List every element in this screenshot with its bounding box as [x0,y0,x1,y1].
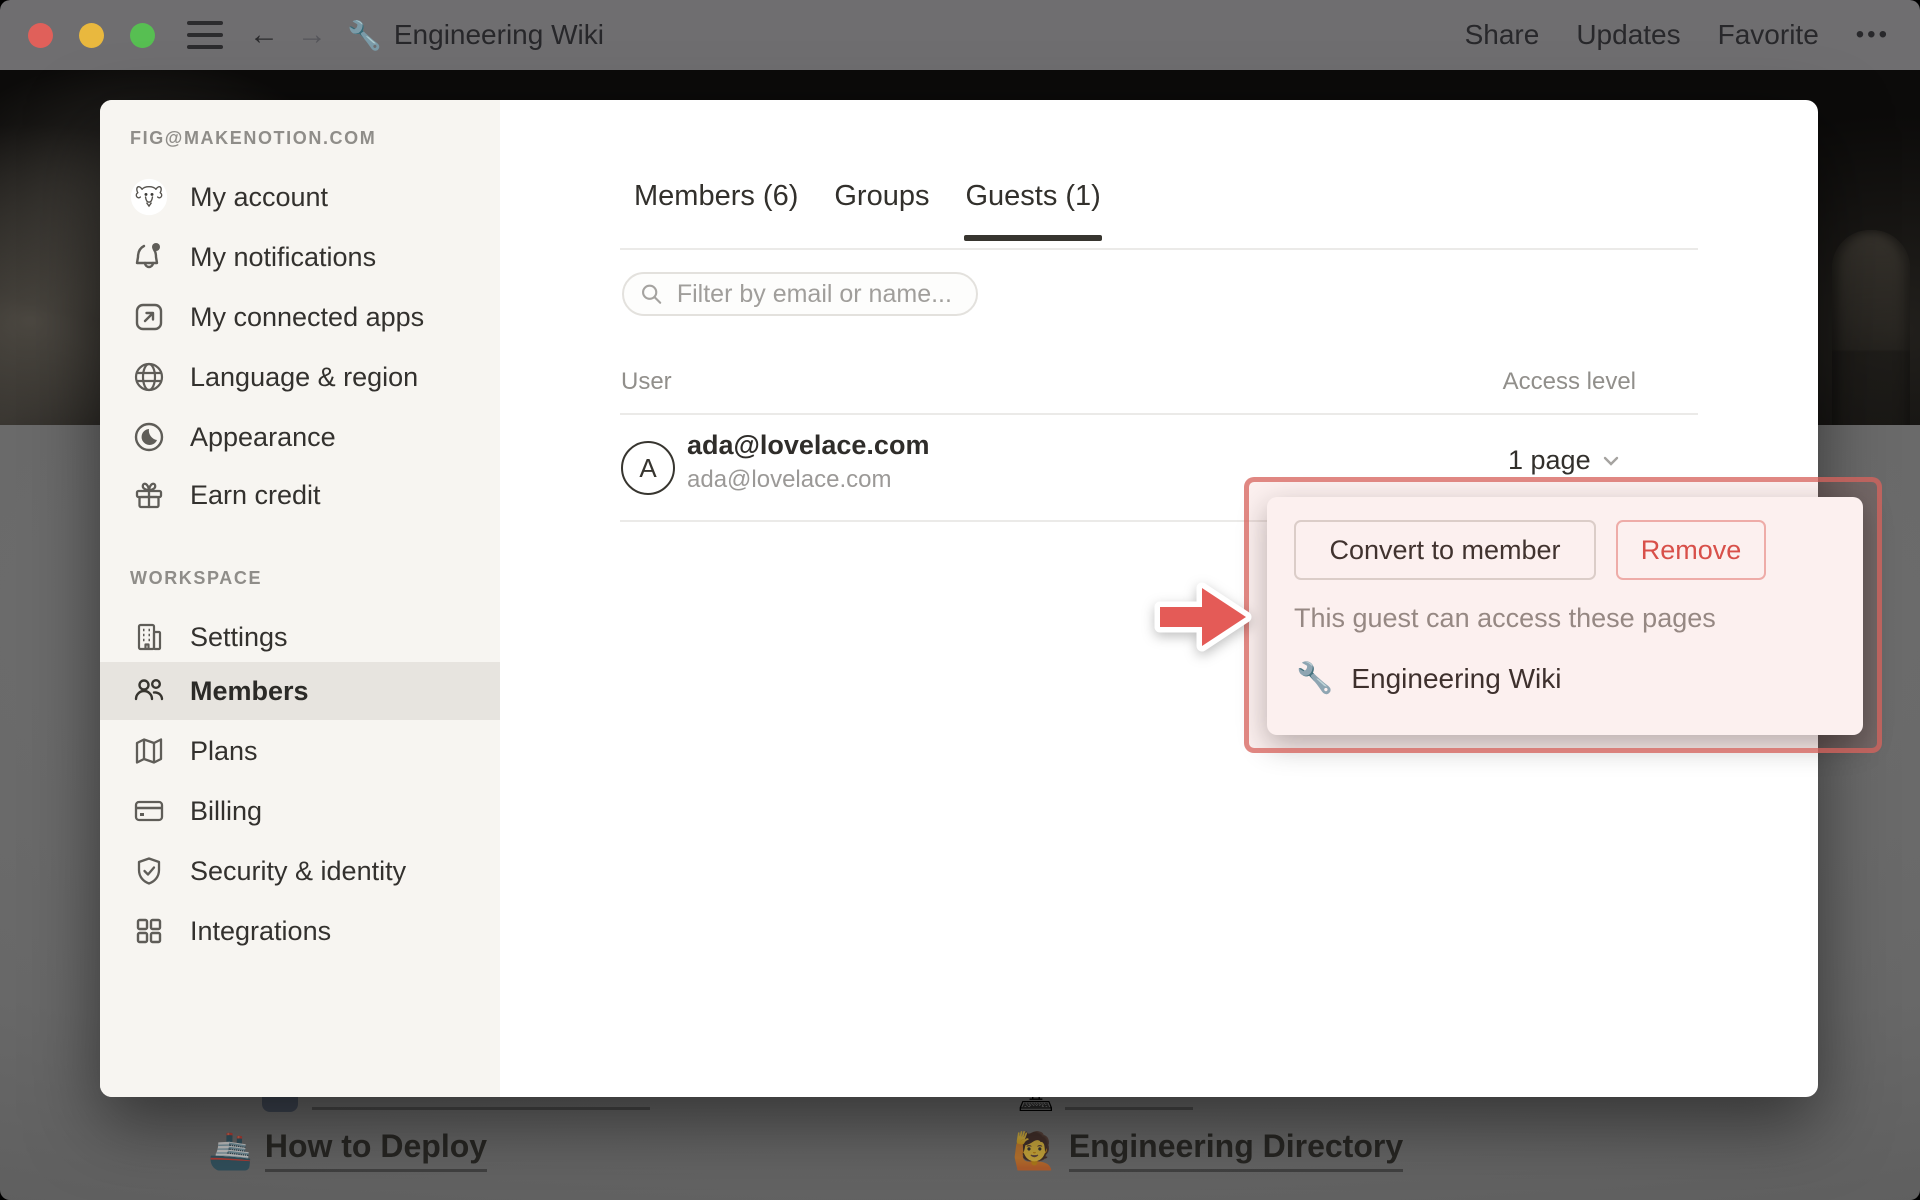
forward-arrow-icon[interactable]: → [297,20,327,50]
close-window-button[interactable] [28,22,53,48]
search-input[interactable] [674,278,960,310]
tabs-divider [620,248,1698,250]
favorite-button[interactable]: Favorite [1718,19,1819,51]
sidebar-item-label: My account [190,181,329,212]
sidebar-item-label: Integrations [190,915,332,946]
guest-name: ada@lovelace.com [687,430,930,460]
share-button[interactable]: Share [1465,19,1540,51]
building-icon [130,618,168,656]
person-raising-hand-icon: 🙋 [1012,1130,1057,1171]
sidebar-toggle-icon[interactable] [187,21,223,49]
sidebar-item-label: Members [190,675,309,706]
screen: 🖥 🚢 How to Deploy 🙋 Engineering Director… [0,0,1920,1200]
settings-sidebar: FIG@MAKENOTION.COM My account My notific… [100,100,500,1097]
tab-guests[interactable]: Guests (1) [964,180,1103,241]
accessible-page-engineering-wiki[interactable]: 🔧 Engineering Wiki [1296,661,1561,696]
sidebar-item-label: My notifications [190,241,377,272]
sidebar-item-label: Settings [190,621,288,652]
page-link-label: Engineering Directory [1068,1128,1404,1172]
sidebar-item-members[interactable]: Members [100,662,500,720]
sidebar-item-label: Appearance [190,421,336,452]
ship-icon: 🚢 [208,1130,253,1171]
sidebar-item-label: Earn credit [190,479,321,510]
sidebar-item-earn-credit[interactable]: Earn credit [100,466,500,524]
column-header-user: User [621,368,672,395]
table-header-divider [620,413,1698,415]
workspace-section-label: WORKSPACE [130,568,263,588]
back-arrow-icon[interactable]: ← [249,20,279,50]
account-section-label: FIG@MAKENOTION.COM [130,128,377,148]
access-level-value: 1 page [1508,445,1591,475]
sidebar-item-label: Plans [190,735,258,766]
grid-icon [130,912,168,950]
page-link-label: How to Deploy [264,1128,488,1172]
globe-icon [130,358,168,396]
moon-icon [130,418,168,456]
accessible-page-title: Engineering Wiki [1351,662,1562,694]
wrench-icon: 🔧 [1296,662,1334,695]
sidebar-item-label: My connected apps [190,301,425,332]
arrow-up-right-square-icon [130,298,168,336]
cutoff-link-underline-left [312,1107,650,1110]
map-icon [130,732,168,770]
remove-guest-button[interactable]: Remove [1616,520,1766,580]
sidebar-item-settings[interactable]: Settings [100,608,500,666]
column-header-access-level: Access level [1502,368,1636,395]
guest-avatar: A [621,441,675,495]
convert-to-member-button[interactable]: Convert to member [1294,520,1596,580]
guest-filter-search[interactable] [622,272,978,316]
traffic-lights [28,22,155,48]
zoom-window-button[interactable] [130,22,155,48]
sidebar-item-label: Security & identity [190,855,407,886]
sidebar-item-label: Language & region [190,361,419,392]
account-avatar-doodle-icon [130,178,168,216]
sidebar-item-label: Billing [190,795,263,826]
sidebar-item-my-notifications[interactable]: My notifications [100,228,500,286]
sidebar-item-language-region[interactable]: Language & region [100,348,500,406]
shield-check-icon [130,852,168,890]
cutoff-link-underline-right [1065,1107,1193,1110]
gift-icon [130,476,168,514]
tab-groups[interactable]: Groups [834,180,929,241]
access-level-dropdown[interactable]: 1 page [1508,445,1621,476]
guest-actions-popup: Convert to member Remove This guest can … [1267,497,1863,735]
page-link-engineering-directory[interactable]: 🙋 Engineering Directory [1012,1128,1404,1172]
sidebar-item-billing[interactable]: Billing [100,782,500,840]
chevron-down-icon [1603,456,1618,466]
sidebar-item-security-identity[interactable]: Security & identity [100,842,500,900]
guest-email: ada@lovelace.com [687,466,892,493]
people-icon [130,672,168,710]
sidebar-item-appearance[interactable]: Appearance [100,408,500,466]
updates-button[interactable]: Updates [1576,19,1680,51]
sidebar-item-plans[interactable]: Plans [100,722,500,780]
sidebar-item-integrations[interactable]: Integrations [100,902,500,960]
search-icon [642,284,662,304]
window-titlebar: ← → 🔧 Engineering Wiki Share Updates Fav… [0,0,1920,70]
minimize-window-button[interactable] [79,22,104,48]
page-link-how-to-deploy[interactable]: 🚢 How to Deploy [208,1128,488,1172]
sidebar-item-my-connected-apps[interactable]: My connected apps [100,288,500,346]
more-options-button[interactable]: ••• [1856,21,1890,49]
page-title[interactable]: Engineering Wiki [394,19,604,51]
credit-card-icon [130,792,168,830]
bell-icon [130,238,168,276]
wrench-icon: 🔧 [347,19,382,51]
tab-members[interactable]: Members (6) [634,180,798,241]
sidebar-item-my-account[interactable]: My account [100,168,500,226]
members-tabs: Members (6) Groups Guests (1) [634,180,1103,241]
guest-access-description: This guest can access these pages [1294,603,1716,633]
